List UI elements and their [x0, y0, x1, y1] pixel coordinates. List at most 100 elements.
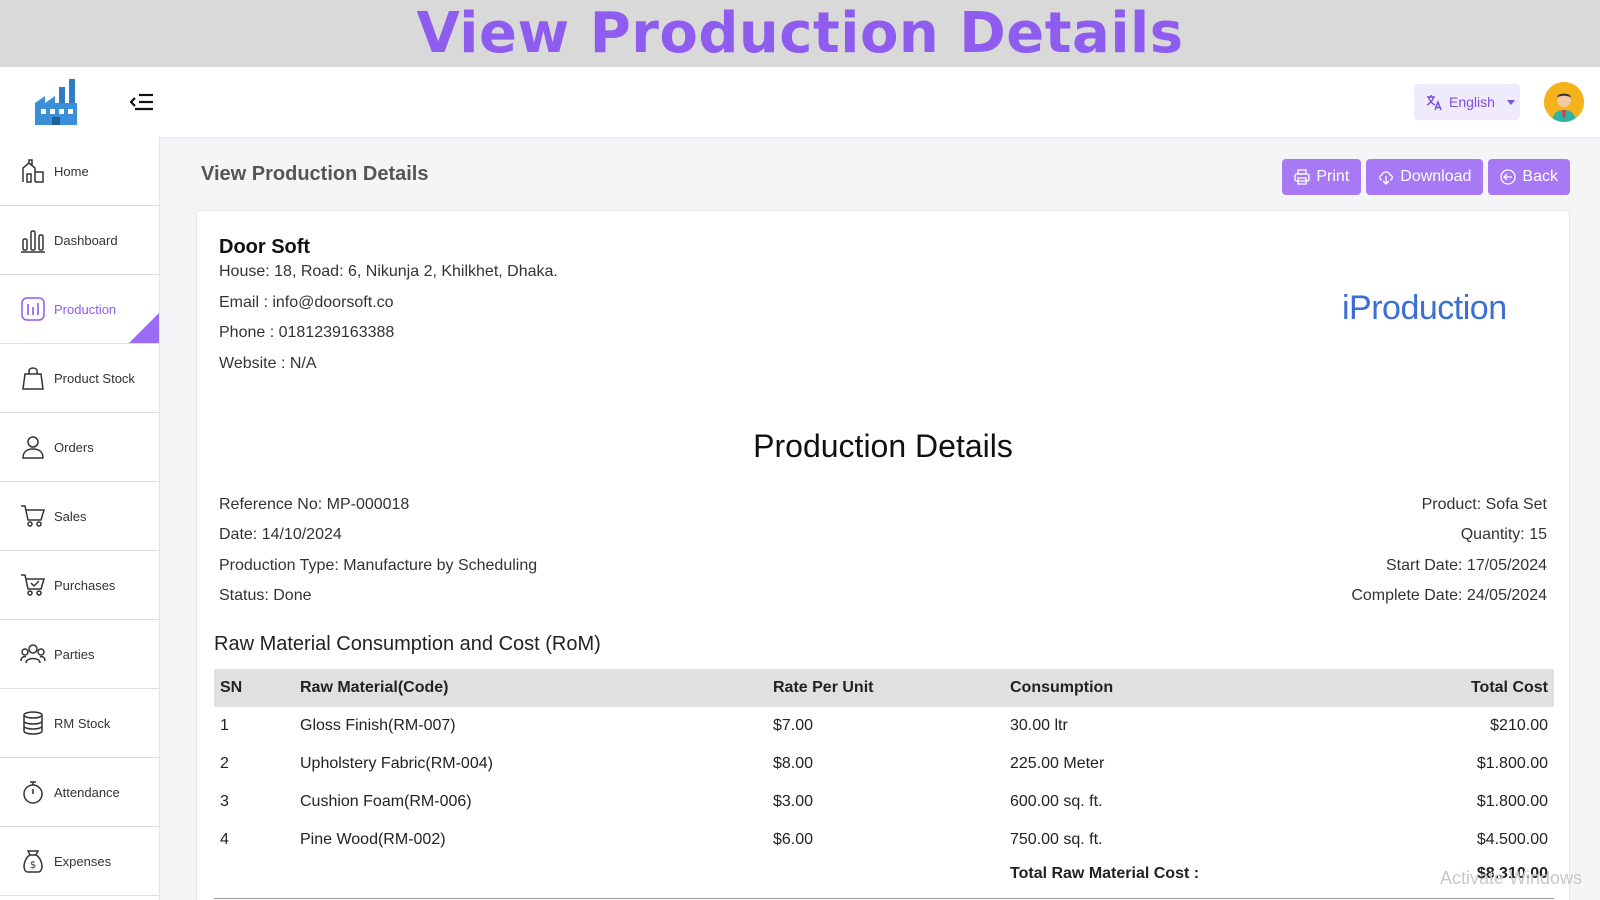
cell-total: $1.800.00 — [1476, 793, 1548, 810]
col-total-cost: Total Cost — [1470, 679, 1548, 696]
banner-title: View Production Details — [416, 1, 1184, 66]
company-website: Website : N/A — [219, 355, 317, 372]
sidebar-item-label: Dashboard — [54, 232, 118, 248]
language-label: English — [1449, 94, 1495, 110]
sidebar-item-sales[interactable]: Sales — [0, 482, 159, 551]
sidebar-item-label: Sales — [54, 508, 87, 524]
sidebar-item-expenses[interactable]: $ Expenses — [0, 827, 159, 896]
total-row: Total Raw Material Cost : $8.310.00 — [214, 859, 1554, 889]
sidebar-item-product-stock[interactable]: Product Stock — [0, 344, 159, 413]
cart-icon — [21, 505, 46, 527]
print-button[interactable]: Print — [1282, 159, 1362, 195]
chart-bars-icon — [21, 230, 45, 253]
table-row: 2 Upholstery Fabric(RM-004) $8.00 225.00… — [214, 745, 1554, 783]
cell-consumption: 225.00 Meter — [1010, 755, 1105, 772]
cell-consumption: 30.00 ltr — [1010, 717, 1068, 734]
production-date: Date: 14/10/2024 — [219, 526, 342, 543]
document-title: Production Details — [753, 428, 1013, 464]
home-icon — [22, 159, 44, 183]
product-name: Product: Sofa Set — [1421, 496, 1547, 513]
cell-material: Cushion Foam(RM-006) — [300, 793, 472, 810]
stopwatch-icon — [23, 781, 43, 804]
translate-icon — [1426, 95, 1442, 111]
production-icon — [21, 297, 45, 321]
col-consumption: Consumption — [1010, 679, 1114, 696]
cloud-download-icon — [1379, 171, 1394, 185]
cell-sn: 4 — [220, 831, 229, 848]
sidebar-item-rm-stock[interactable]: RM Stock — [0, 689, 159, 758]
bag-icon — [22, 367, 44, 390]
user-avatar[interactable] — [1544, 82, 1584, 122]
cell-material: Upholstery Fabric(RM-004) — [300, 755, 493, 772]
sidebar-item-label: Purchases — [54, 577, 116, 593]
cell-consumption: 750.00 sq. ft. — [1010, 831, 1103, 848]
rom-section-title: Raw Material Consumption and Cost (RoM) — [214, 633, 601, 655]
sidebar-item-label: Product Stock — [54, 370, 135, 386]
sidebar-item-dashboard[interactable]: Dashboard — [0, 206, 159, 275]
sidebar-item-attendance[interactable]: Attendance — [0, 758, 159, 827]
download-button[interactable]: Download — [1366, 159, 1484, 195]
sidebar-item-label: Expenses — [54, 853, 112, 869]
cell-total: $4.500.00 — [1476, 831, 1548, 848]
top-bar: English — [0, 67, 1600, 137]
sidebar-item-production[interactable]: Production — [0, 275, 159, 344]
factory-logo[interactable] — [33, 77, 79, 127]
table-row: 4 Pine Wood(RM-002) $6.00 750.00 sq. ft.… — [214, 821, 1554, 859]
rom-table: SN Raw Material(Code) Rate Per Unit Cons… — [214, 669, 1554, 889]
col-rate: Rate Per Unit — [773, 679, 874, 696]
company-name: Door Soft — [219, 236, 311, 258]
production-details-card: Door Soft House: 18, Road: 6, Nikunja 2,… — [196, 210, 1570, 900]
total-label: Total Raw Material Cost : — [1010, 865, 1200, 882]
printer-icon — [1294, 169, 1311, 185]
cell-rate: $7.00 — [773, 717, 814, 734]
cell-total: $210.00 — [1490, 717, 1548, 734]
table-row: 3 Cushion Foam(RM-006) $3.00 600.00 sq. … — [214, 783, 1554, 821]
cell-sn: 3 — [220, 793, 229, 810]
cell-sn: 1 — [220, 717, 229, 734]
divider — [214, 898, 1554, 899]
table-header-row: SN Raw Material(Code) Rate Per Unit Cons… — [214, 669, 1554, 707]
cell-sn: 2 — [220, 755, 229, 772]
company-address: House: 18, Road: 6, Nikunja 2, Khilkhet,… — [219, 263, 558, 280]
menu-collapse-icon[interactable] — [130, 89, 156, 115]
start-date: Start Date: 17/05/2024 — [1386, 557, 1547, 574]
col-sn: SN — [220, 679, 243, 696]
activate-windows-watermark: Activate Windows — [1440, 868, 1583, 888]
production-status: Status: Done — [219, 587, 312, 604]
chevron-down-icon — [1506, 99, 1515, 105]
company-phone: Phone : 0181239163388 — [219, 324, 395, 341]
sidebar-item-label: Orders — [54, 439, 94, 455]
sidebar-item-label: Home — [54, 163, 89, 179]
sidebar-item-home[interactable]: Home — [0, 137, 159, 206]
complete-date: Complete Date: 24/05/2024 — [1351, 587, 1547, 604]
print-button-label: Print — [1316, 168, 1350, 185]
download-button-label: Download — [1400, 168, 1472, 185]
back-button-label: Back — [1522, 168, 1558, 185]
cell-total: $1.800.00 — [1476, 755, 1548, 772]
sidebar-item-parties[interactable]: Parties — [0, 620, 159, 689]
back-arrow-icon — [1500, 169, 1517, 185]
reference-no: Reference No: MP-000018 — [219, 496, 410, 513]
sidebar-item-label: Production — [54, 301, 117, 317]
cell-rate: $8.00 — [773, 755, 814, 772]
cell-consumption: 600.00 sq. ft. — [1010, 793, 1103, 810]
cell-rate: $6.00 — [773, 831, 814, 848]
cell-material: Pine Wood(RM-002) — [300, 831, 446, 848]
cell-material: Gloss Finish(RM-007) — [300, 717, 456, 734]
sidebar-item-label: RM Stock — [54, 715, 111, 731]
col-raw-material: Raw Material(Code) — [300, 679, 449, 696]
user-icon — [22, 436, 44, 459]
page-title: View Production Details — [201, 163, 429, 185]
sidebar-item-purchases[interactable]: Purchases — [0, 551, 159, 620]
sidebar-item-orders[interactable]: Orders — [0, 413, 159, 482]
svg-text:$: $ — [30, 860, 36, 871]
cart-check-icon — [21, 574, 46, 596]
company-email: Email : info@doorsoft.co — [219, 294, 394, 311]
cell-rate: $3.00 — [773, 793, 814, 810]
money-bag-icon: $ — [23, 850, 43, 873]
language-select[interactable]: English — [1414, 84, 1520, 120]
sidebar-item-label: Parties — [54, 646, 95, 662]
product-quantity: Quantity: 15 — [1460, 526, 1547, 543]
production-type: Production Type: Manufacture by Scheduli… — [219, 557, 538, 574]
back-button[interactable]: Back — [1488, 159, 1570, 195]
